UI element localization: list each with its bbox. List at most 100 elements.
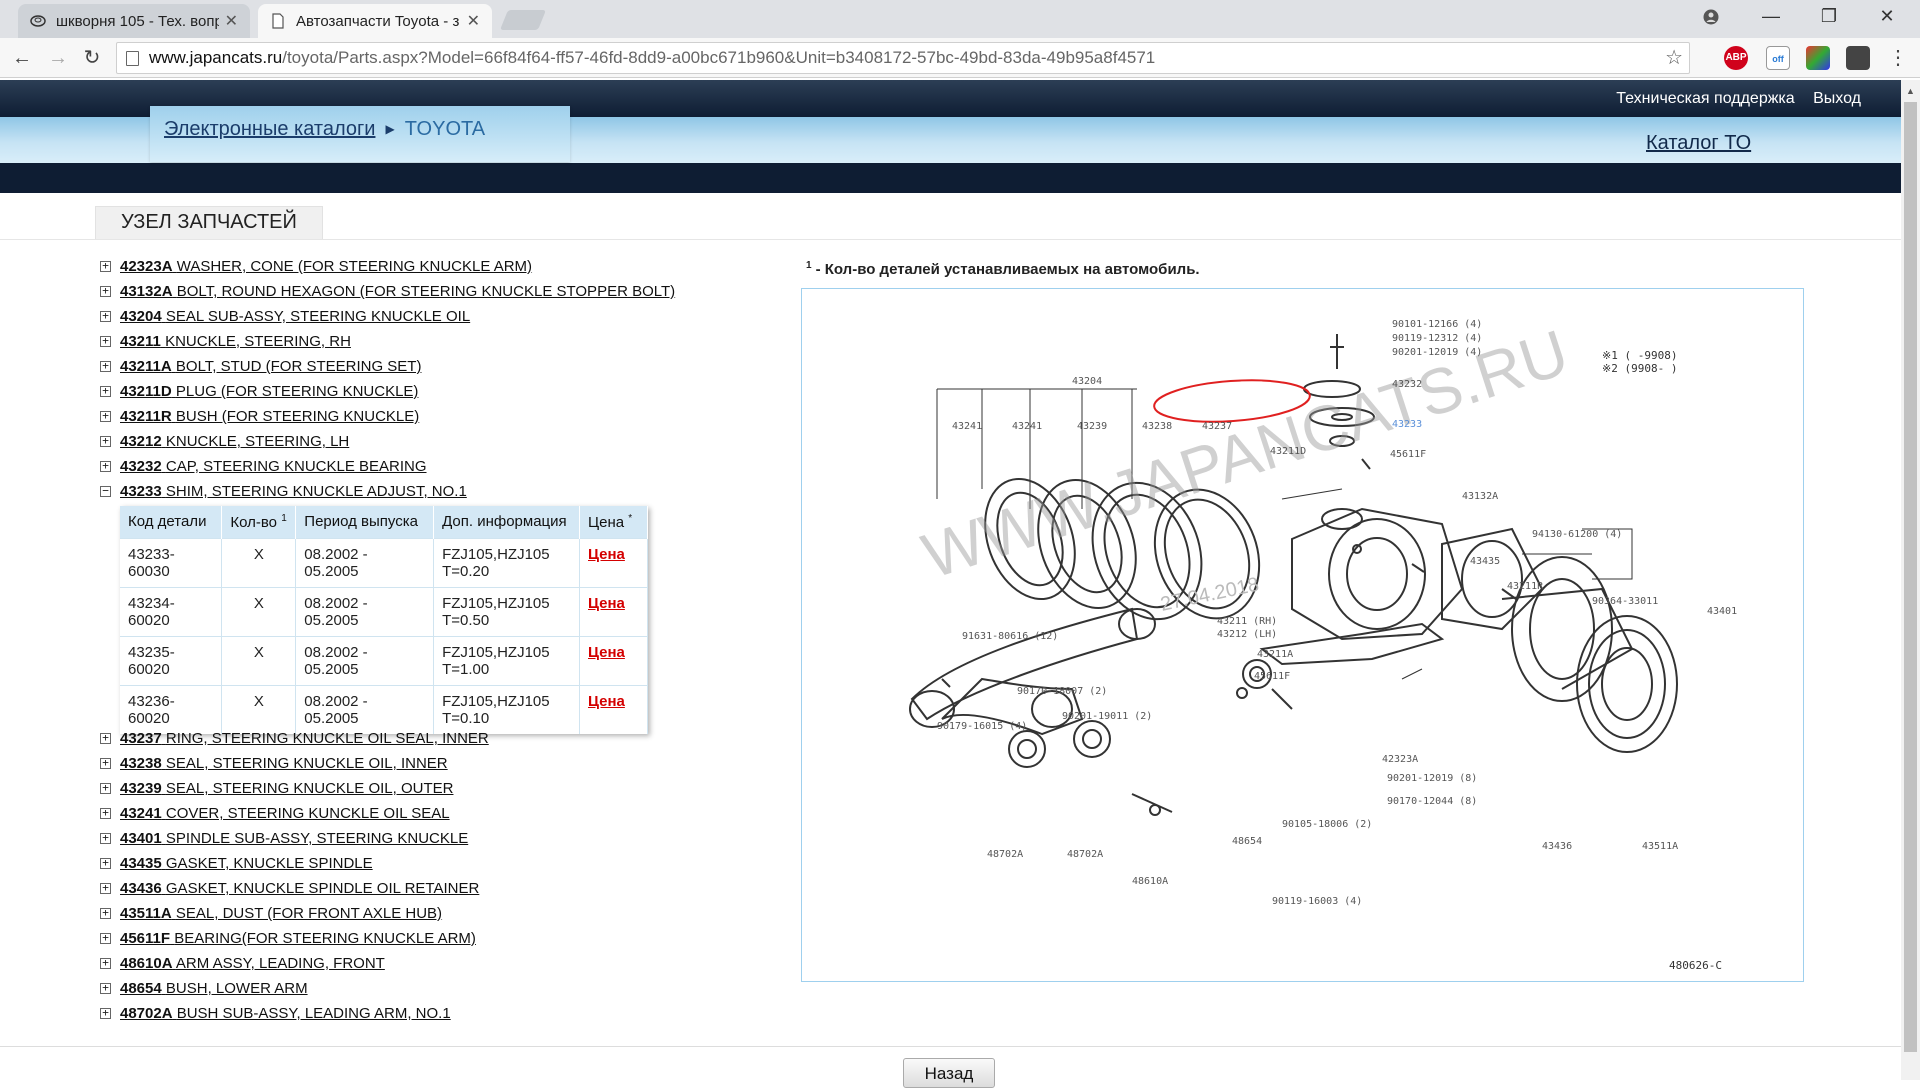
part-link[interactable]: 45611F BEARING(FOR STEERING KNUCKLE ARM) xyxy=(120,930,476,947)
diagram-part-label[interactable]: 43238 xyxy=(1142,421,1172,432)
part-list-item[interactable]: +48610A ARM ASSY, LEADING, FRONT xyxy=(100,953,800,978)
part-link[interactable]: 48702A BUSH SUB-ASSY, LEADING ARM, NO.1 xyxy=(120,1005,451,1022)
diagram-part-label[interactable]: 42323A xyxy=(1382,754,1418,765)
part-list-item[interactable]: +43239 SEAL, STEERING KNUCKLE OIL, OUTER xyxy=(100,778,800,803)
scrollbar-thumb[interactable] xyxy=(1904,102,1917,1052)
part-list-item[interactable]: +48702A BUSH SUB-ASSY, LEADING ARM, NO.1 xyxy=(100,1003,800,1028)
part-list-item[interactable]: +43436 GASKET, KNUCKLE SPINDLE OIL RETAI… xyxy=(100,878,800,903)
diagram-part-label[interactable]: 90119-16003 (4) xyxy=(1272,896,1362,907)
part-list-item[interactable]: +43511A SEAL, DUST (FOR FRONT AXLE HUB) xyxy=(100,903,800,928)
page-scrollbar[interactable]: ▲ xyxy=(1901,80,1920,1080)
price-link[interactable]: Цена xyxy=(588,644,625,661)
part-list-item[interactable]: +45611F BEARING(FOR STEERING KNUCKLE ARM… xyxy=(100,928,800,953)
close-tab-icon[interactable]: ✕ xyxy=(225,11,238,31)
diagram-part-label[interactable]: 48654 xyxy=(1232,836,1262,847)
expand-icon[interactable]: + xyxy=(100,1007,111,1019)
page-info-icon[interactable] xyxy=(126,51,139,66)
expand-icon[interactable]: + xyxy=(100,385,111,397)
diagram-part-label[interactable]: 43435 xyxy=(1470,556,1500,567)
expand-icon[interactable]: + xyxy=(100,982,111,994)
part-list-item[interactable]: +43241 COVER, STEERING KUNCKLE OIL SEAL xyxy=(100,803,800,828)
part-link[interactable]: 43435 GASKET, KNUCKLE SPINDLE xyxy=(120,855,373,872)
price-link[interactable]: Цена xyxy=(588,595,625,612)
menu-dots-icon[interactable]: ⋮ xyxy=(1884,44,1912,72)
browser-tab-1[interactable]: шкворня 105 - Тех. вопр ✕ xyxy=(18,4,250,38)
part-link[interactable]: 43212 KNUCKLE, STEERING, LH xyxy=(120,433,349,450)
part-link[interactable]: 48654 BUSH, LOWER ARM xyxy=(120,980,308,997)
minimize-icon[interactable]: — xyxy=(1748,0,1794,34)
part-link[interactable]: 43211D PLUG (FOR STEERING KNUCKLE) xyxy=(120,383,418,400)
expand-icon[interactable]: + xyxy=(100,260,111,272)
scroll-up-icon[interactable]: ▲ xyxy=(1906,86,1915,96)
part-list-item[interactable]: +43435 GASKET, KNUCKLE SPINDLE xyxy=(100,853,800,878)
diagram-part-label[interactable]: 90170-18007 (2) xyxy=(1017,686,1107,697)
diagram-part-label[interactable]: 90179-16015 (4) xyxy=(937,721,1027,732)
expand-icon[interactable]: + xyxy=(100,360,111,372)
diagram-part-label[interactable]: 90101-12166 (4) xyxy=(1392,319,1482,330)
part-link[interactable]: 43239 SEAL, STEERING KNUCKLE OIL, OUTER xyxy=(120,780,453,797)
diagram-part-label[interactable]: 45611F xyxy=(1254,671,1290,682)
diagram-part-label[interactable]: 43132A xyxy=(1462,491,1498,502)
part-link[interactable]: 43211R BUSH (FOR STEERING KNUCKLE) xyxy=(120,408,419,425)
parts-diagram[interactable]: WWW.JAPANCATS.RU 27.04.2018 ※1 ( -9908) … xyxy=(801,288,1804,982)
expand-icon[interactable]: + xyxy=(100,832,111,844)
part-list-item[interactable]: +43401 SPINDLE SUB-ASSY, STEERING KNUCKL… xyxy=(100,828,800,853)
part-list-item[interactable]: +43237 RING, STEERING KNUCKLE OIL SEAL, … xyxy=(100,728,800,753)
diagram-part-label[interactable]: 43211R xyxy=(1507,581,1544,592)
support-link[interactable]: Техническая поддержка xyxy=(1616,90,1794,107)
bookmark-star-icon[interactable]: ☆ xyxy=(1665,43,1683,73)
expand-icon[interactable]: + xyxy=(100,907,111,919)
part-link[interactable]: 43436 GASKET, KNUCKLE SPINDLE OIL RETAIN… xyxy=(120,880,479,897)
part-link[interactable]: 43211 KNUCKLE, STEERING, RH xyxy=(120,333,351,350)
part-link[interactable]: 43238 SEAL, STEERING KNUCKLE OIL, INNER xyxy=(120,755,448,772)
extension-off-icon[interactable]: off xyxy=(1766,46,1790,70)
diagram-part-label[interactable]: 90119-12312 (4) xyxy=(1392,333,1482,344)
close-tab-icon[interactable]: ✕ xyxy=(467,11,480,31)
browser-tab-2[interactable]: Автозапчасти Toyota - з ✕ xyxy=(258,4,492,38)
expand-icon[interactable]: + xyxy=(100,335,111,347)
diagram-part-label[interactable]: 43237 xyxy=(1202,421,1232,432)
color-extension-icon[interactable] xyxy=(1806,46,1830,70)
part-link[interactable]: 43132A BOLT, ROUND HEXAGON (FOR STEERING… xyxy=(120,283,675,300)
diagram-part-label[interactable]: 43239 xyxy=(1077,421,1107,432)
part-link[interactable]: 43211A BOLT, STUD (FOR STEERING SET) xyxy=(120,358,421,375)
diagram-part-label[interactable]: 43211A xyxy=(1257,649,1293,660)
collapse-icon[interactable]: − xyxy=(100,485,111,497)
expand-icon[interactable]: + xyxy=(100,807,111,819)
close-window-icon[interactable]: ✕ xyxy=(1864,0,1910,34)
diagram-part-label[interactable]: 43241 xyxy=(952,421,982,432)
part-link[interactable]: 43233 SHIM, STEERING KNUCKLE ADJUST, NO.… xyxy=(120,483,467,500)
price-link[interactable]: Цена xyxy=(588,693,625,710)
diagram-part-label[interactable]: 43436 xyxy=(1542,841,1572,852)
expand-icon[interactable]: + xyxy=(100,932,111,944)
part-list-item[interactable]: +43211A BOLT, STUD (FOR STEERING SET) xyxy=(100,356,800,381)
price-link[interactable]: Цена xyxy=(588,546,625,563)
forward-arrow-icon[interactable]: → xyxy=(44,44,72,72)
new-tab-button[interactable] xyxy=(499,10,547,30)
part-list-item[interactable]: +42323A WASHER, CONE (FOR STEERING KNUCK… xyxy=(100,256,800,281)
part-link[interactable]: 43237 RING, STEERING KNUCKLE OIL SEAL, I… xyxy=(120,730,489,747)
breadcrumb-catalogs-link[interactable]: Электронные каталоги xyxy=(164,118,375,140)
diagram-part-label[interactable]: 43212 (LH) xyxy=(1217,629,1277,640)
diagram-part-label[interactable]: 90105-18006 (2) xyxy=(1282,819,1372,830)
logout-link[interactable]: Выход xyxy=(1813,90,1861,107)
diagram-part-label[interactable]: 43401 xyxy=(1707,606,1737,617)
part-link[interactable]: 43401 SPINDLE SUB-ASSY, STEERING KNUCKLE xyxy=(120,830,468,847)
part-link[interactable]: 43511A SEAL, DUST (FOR FRONT AXLE HUB) xyxy=(120,905,442,922)
diagram-part-label[interactable]: 43511A xyxy=(1642,841,1678,852)
diagram-part-label[interactable]: 90201-12019 (4) xyxy=(1392,347,1482,358)
diagram-part-label[interactable]: 43211D xyxy=(1270,446,1306,457)
expand-icon[interactable]: + xyxy=(100,732,111,744)
back-button[interactable]: Назад xyxy=(903,1058,995,1088)
diagram-part-label[interactable]: 90364-33011 xyxy=(1592,596,1658,607)
diagram-part-label[interactable]: 43241 xyxy=(1012,421,1042,432)
diagram-part-label[interactable]: 90201-19011 (2) xyxy=(1062,711,1152,722)
expand-icon[interactable]: + xyxy=(100,410,111,422)
diagram-part-label[interactable]: 43211 (RH) xyxy=(1217,616,1277,627)
diagram-part-label[interactable]: 48610A xyxy=(1132,876,1168,887)
catalog-to-link[interactable]: Каталог ТО xyxy=(1646,132,1751,155)
address-bar[interactable]: www.japancats.ru/toyota/Parts.aspx?Model… xyxy=(116,42,1690,74)
expand-icon[interactable]: + xyxy=(100,460,111,472)
adblock-extension-icon[interactable]: ABP xyxy=(1724,46,1748,70)
diagram-part-label[interactable]: 43204 xyxy=(1072,376,1102,387)
